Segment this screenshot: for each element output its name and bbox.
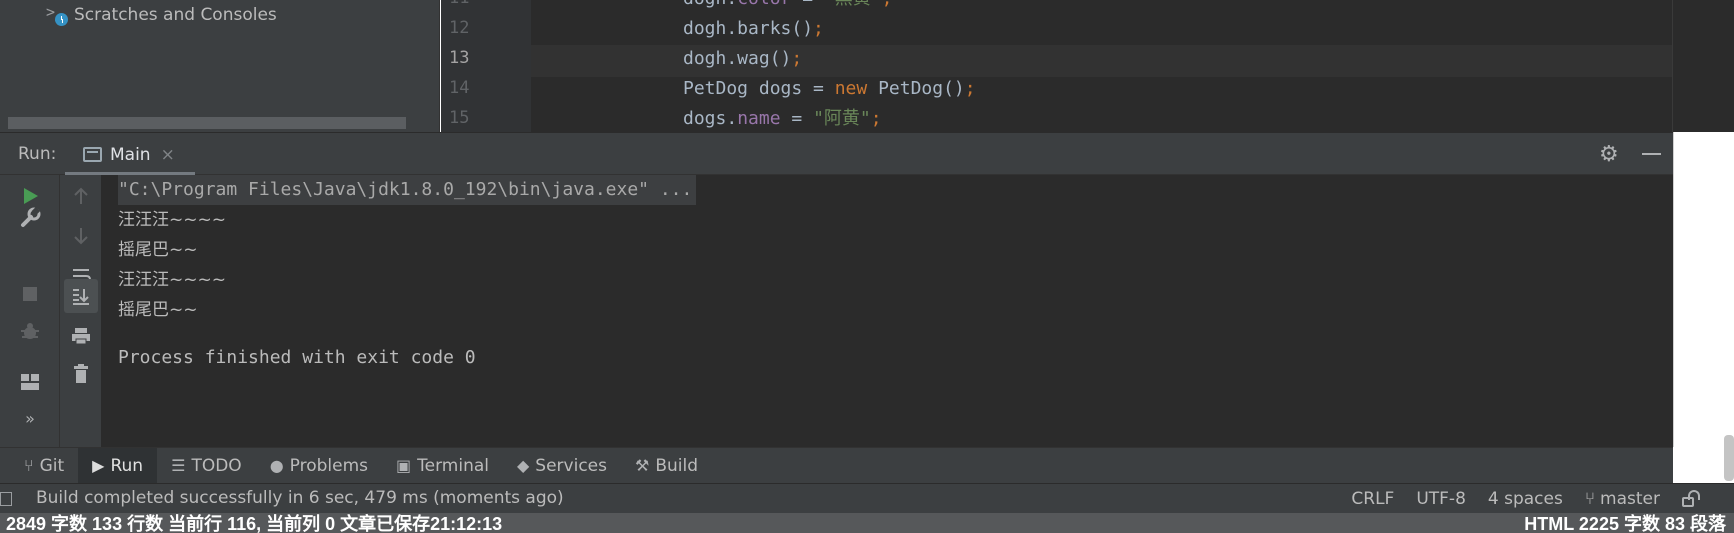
arrow-down-icon xyxy=(74,228,88,245)
console-command-line: "C:\Program Files\Java\jdk1.8.0_192\bin\… xyxy=(118,175,697,205)
tool-tab-label: Services xyxy=(535,455,607,476)
layout-icon xyxy=(21,374,39,390)
line-number-gutter: 11 12 13 14 15 xyxy=(441,0,531,132)
tool-tab-build[interactable]: ⚒ Build xyxy=(621,448,712,484)
git-branch-icon: ⑂ xyxy=(24,456,34,475)
stop-button[interactable] xyxy=(13,277,47,311)
bottom-tool-tabs: ⑂ Git ▶ Run ☰ TODO ● Problems ▣ Terminal… xyxy=(0,447,1673,484)
horizontal-scrollbar[interactable] xyxy=(8,117,406,129)
tool-tab-label: TODO xyxy=(191,455,242,476)
tool-tab-services[interactable]: ◆ Services xyxy=(503,448,621,484)
tool-tab-label: Git xyxy=(39,455,65,476)
arrow-up-icon xyxy=(74,187,88,204)
vertical-scrollbar-thumb[interactable] xyxy=(1724,435,1734,481)
tool-tab-label: Run xyxy=(110,455,144,476)
run-window-label: Run: xyxy=(18,144,57,164)
hammer-icon: ⚒ xyxy=(634,456,650,475)
down-arrow-button[interactable] xyxy=(64,219,98,253)
right-margin-area xyxy=(1673,132,1734,447)
console-exit-line: Process finished with exit code 0 xyxy=(118,347,476,368)
console-output[interactable]: "C:\Program Files\Java\jdk1.8.0_192\bin\… xyxy=(102,175,1673,447)
scroll-to-end-button[interactable] xyxy=(64,279,98,313)
clear-all-button[interactable] xyxy=(64,357,98,391)
terminal-icon: ▣ xyxy=(396,456,412,475)
console-output-line: 摇尾巴~~ xyxy=(118,300,198,320)
code-line-12: dogh.barks(); xyxy=(683,18,824,39)
console-output-line: 汪汪汪~~~~ xyxy=(118,270,226,290)
bug-icon xyxy=(21,323,39,339)
tool-tab-label: Build xyxy=(655,455,699,476)
run-tool-window-header: Run: Main × ⚙ xyxy=(0,132,1673,176)
console-icon xyxy=(83,147,102,162)
gear-icon[interactable]: ⚙ xyxy=(1599,142,1619,167)
up-arrow-button[interactable] xyxy=(64,179,98,213)
debug-button[interactable] xyxy=(13,315,47,349)
line-number-current: 13 xyxy=(449,48,470,68)
indent-widget[interactable]: 4 spaces xyxy=(1488,489,1563,509)
document-stats-left: 2849 字数 133 行数 当前行 116, 当前列 0 文章已保存21:12… xyxy=(6,514,503,533)
tree-item-label: Scratches and Consoles xyxy=(74,5,277,25)
branch-name: master xyxy=(1600,489,1660,509)
info-icon: ● xyxy=(269,456,284,475)
line-number: 12 xyxy=(449,18,470,38)
code-line-13: dogh.wag(); xyxy=(683,48,803,69)
project-pane: >_ Scratches and Consoles xyxy=(0,0,440,132)
trash-icon xyxy=(74,364,88,383)
edit-config-button[interactable] xyxy=(13,201,47,235)
tool-windows-toggle-icon[interactable] xyxy=(0,492,12,506)
document-stats-right: HTML 2225 字数 83 段落 xyxy=(1524,514,1726,533)
code-editor[interactable]: 11 12 13 14 15 dogh.color = "黑黄"; dogh.b… xyxy=(441,0,1734,132)
status-bar: Build completed successfully in 6 sec, 4… xyxy=(0,483,1734,513)
status-message[interactable]: Build completed successfully in 6 sec, 4… xyxy=(36,488,564,508)
minimize-icon[interactable] xyxy=(1642,153,1661,155)
scratches-icon: >_ xyxy=(46,4,68,26)
print-icon xyxy=(72,328,90,345)
lock-icon[interactable] xyxy=(1682,490,1700,507)
status-widgets: CRLF UTF-8 4 spaces ⑂ master xyxy=(1351,484,1700,514)
stop-icon xyxy=(23,287,37,301)
layout-button[interactable] xyxy=(13,365,47,399)
line-number: 14 xyxy=(449,78,470,98)
console-output-line: 汪汪汪~~~~ xyxy=(118,210,226,230)
code-line-14: PetDog dogs = new PetDog(); xyxy=(683,78,976,99)
document-stats-bar: 2849 字数 133 行数 当前行 116, 当前列 0 文章已保存21:12… xyxy=(0,513,1734,533)
tool-tab-todo[interactable]: ☰ TODO xyxy=(157,448,256,484)
git-branch-widget[interactable]: ⑂ master xyxy=(1585,489,1660,509)
tab-main-label: Main xyxy=(110,144,151,165)
services-icon: ◆ xyxy=(516,456,530,475)
run-toolbar-primary: » xyxy=(0,175,60,447)
run-toolbar-secondary xyxy=(60,175,102,447)
tool-tab-git[interactable]: ⑂ Git xyxy=(10,448,78,484)
more-icon[interactable]: » xyxy=(13,401,47,435)
tab-main[interactable]: Main × xyxy=(65,133,195,176)
list-icon: ☰ xyxy=(171,456,186,475)
line-number: 15 xyxy=(449,108,470,128)
encoding-widget[interactable]: UTF-8 xyxy=(1416,489,1466,509)
scroll-to-end-icon xyxy=(73,289,89,305)
tool-tab-run[interactable]: ▶ Run xyxy=(78,447,158,484)
line-ending-widget[interactable]: CRLF xyxy=(1351,489,1394,509)
tree-item-scratches[interactable]: >_ Scratches and Consoles xyxy=(46,2,277,28)
tool-tab-problems[interactable]: ● Problems xyxy=(256,448,382,484)
print-button[interactable] xyxy=(64,319,98,353)
close-tab-icon[interactable]: × xyxy=(161,145,175,165)
tool-tab-terminal[interactable]: ▣ Terminal xyxy=(382,448,503,484)
code-line-15: dogs.name = "阿黄"; xyxy=(683,108,882,129)
line-number: 11 xyxy=(449,0,499,8)
git-branch-icon: ⑂ xyxy=(1584,489,1596,509)
console-output-line: 摇尾巴~~ xyxy=(118,240,198,260)
play-icon: ▶ xyxy=(92,456,105,475)
wrench-icon xyxy=(21,207,41,227)
tool-tab-label: Terminal xyxy=(417,455,489,476)
tool-tab-label: Problems xyxy=(289,455,369,476)
editor-scrollbar-area[interactable] xyxy=(1672,0,1734,132)
